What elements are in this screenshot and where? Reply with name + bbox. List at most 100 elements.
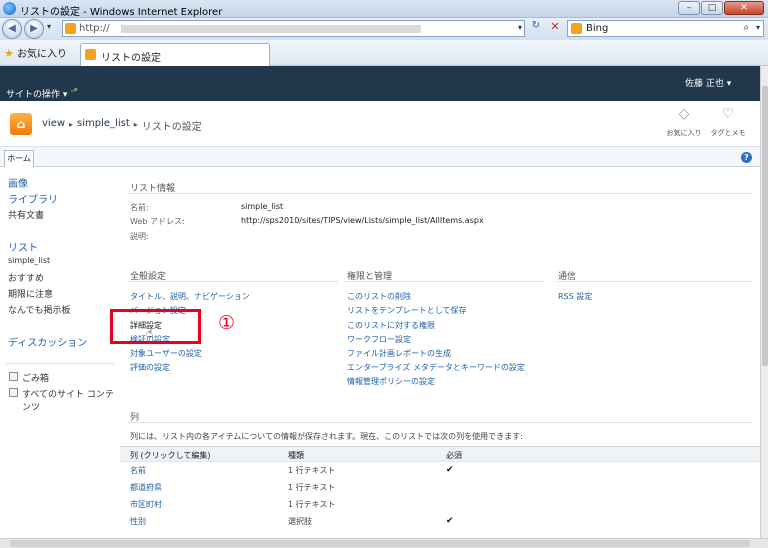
close-button[interactable]: ✕ xyxy=(724,1,764,15)
column-type: 1 行テキスト xyxy=(288,483,336,492)
breadcrumb-simple-list[interactable]: simple_list xyxy=(77,118,130,133)
tag-icon: ◇ xyxy=(678,106,690,122)
note-icon: ♡ xyxy=(721,106,735,122)
minimize-button[interactable]: – xyxy=(678,1,700,15)
nav-due[interactable]: 期限に注意 xyxy=(8,287,53,300)
address-url: http:// xyxy=(79,23,110,34)
stop-icon[interactable]: ✕ xyxy=(546,20,564,37)
sharepoint-top-bar: サイトの操作 ▾ ⬏ 佐藤 正也 ▾ xyxy=(0,66,760,101)
link-metadata-keywords[interactable]: エンタープライズ メタデータとキーワードの設定 xyxy=(347,362,525,373)
section-divider xyxy=(345,281,545,282)
like-button[interactable]: ◇ お気に入り xyxy=(664,106,704,138)
bing-icon xyxy=(571,23,582,34)
nav-board[interactable]: なんでも掲示板 xyxy=(8,303,71,316)
table-row: 都道府県 1 行テキスト xyxy=(120,479,760,496)
search-input[interactable]: Bing ⌕ ▾ xyxy=(567,20,764,37)
table-row: 市区町村 1 行テキスト xyxy=(120,496,760,513)
nav-recycle-bin[interactable]: ごみ箱 xyxy=(22,371,49,384)
site-favicon-icon xyxy=(65,23,76,34)
required-check-icon: ✔ xyxy=(446,516,454,526)
column-name-link[interactable]: 都道府県 xyxy=(130,482,162,493)
all-content-icon xyxy=(9,388,18,397)
ie-logo-icon xyxy=(3,2,16,15)
columns-table-header: 列 (クリックして編集) 種類 必須 xyxy=(120,446,760,462)
user-menu[interactable]: 佐藤 正也 ▾ xyxy=(685,76,731,89)
link-audience-targeting[interactable]: 対象ユーザーの設定 xyxy=(130,348,202,359)
tags-notes-button[interactable]: ♡ タグとメモ xyxy=(708,106,748,138)
recycle-bin-icon xyxy=(9,372,18,381)
breadcrumb-separator-icon: ▸ xyxy=(133,120,138,129)
description-label: 説明: xyxy=(130,232,149,241)
column-header-name: 列 (クリックして編集) xyxy=(130,451,211,460)
address-toolbar: ◀ ▶ ▾ http:// ▾ ↻ ✕ Bing ⌕ ▾ xyxy=(0,18,768,40)
link-workflow-settings[interactable]: ワークフロー設定 xyxy=(347,334,411,345)
vertical-scroll-thumb[interactable] xyxy=(762,86,768,366)
horizontal-scrollbar[interactable] xyxy=(0,538,768,548)
link-save-as-template[interactable]: リストをテンプレートとして保存 xyxy=(347,305,467,316)
navigate-up-icon[interactable]: ⬏ xyxy=(70,86,78,97)
page-title-area: ⌂ view ▸ simple_list ▸ リストの設定 ◇ お気に入り ♡ … xyxy=(0,101,760,147)
nav-shared-docs[interactable]: 共有文書 xyxy=(8,208,44,221)
highlight-box xyxy=(110,309,201,344)
quick-launch: 画像 ライブラリ 共有文書 リスト simple_list おすすめ 期限に注意… xyxy=(0,167,120,538)
column-name-link[interactable]: 名前 xyxy=(130,465,146,476)
web-address-value: http://sps2010/sites/TIPS/view/Lists/sim… xyxy=(241,216,484,225)
browser-tab[interactable]: リストの設定 xyxy=(80,43,270,66)
favorites-button[interactable]: ★ お気に入り xyxy=(4,45,67,60)
page-title: リストの設定 xyxy=(141,122,202,133)
horizontal-scroll-thumb[interactable] xyxy=(10,540,750,547)
back-icon[interactable]: ◀ xyxy=(2,19,22,39)
nav-all-content[interactable]: すべてのサイト コンテンツ xyxy=(22,387,120,413)
history-dropdown-icon[interactable]: ▾ xyxy=(47,22,51,31)
link-title-description-navigation[interactable]: タイトル、説明、ナビゲーション xyxy=(130,291,250,302)
link-rating-settings[interactable]: 評価の設定 xyxy=(130,362,170,373)
link-file-plan-report[interactable]: ファイル計画レポートの生成 xyxy=(347,348,451,359)
column-type: 選択肢 xyxy=(288,517,312,526)
vertical-scrollbar[interactable] xyxy=(760,66,768,538)
section-divider xyxy=(128,193,752,194)
favorites-label: お気に入り xyxy=(17,49,68,60)
section-divider xyxy=(556,281,752,282)
nav-images[interactable]: 画像 xyxy=(8,175,28,190)
nav-libraries[interactable]: ライブラリ xyxy=(8,191,58,206)
nav-lists[interactable]: リスト xyxy=(8,239,38,254)
breadcrumb: view ▸ simple_list ▸ リストの設定 xyxy=(42,118,202,133)
address-input[interactable]: http:// ▾ xyxy=(62,20,525,37)
column-name-link[interactable]: 市区町村 xyxy=(130,499,162,510)
site-logo-icon[interactable]: ⌂ xyxy=(10,113,32,135)
breadcrumb-separator-icon: ▸ xyxy=(69,120,74,129)
forward-icon[interactable]: ▶ xyxy=(24,19,44,39)
section-divider xyxy=(128,422,752,423)
web-address-label: Web アドレス: xyxy=(130,217,185,226)
tab-label: リストの設定 xyxy=(101,53,161,64)
tab-home[interactable]: ホーム xyxy=(4,150,34,167)
help-icon[interactable]: ? xyxy=(741,152,752,163)
nav-simple-list[interactable]: simple_list xyxy=(8,256,50,265)
star-icon: ★ xyxy=(4,47,14,60)
link-rss-settings[interactable]: RSS 設定 xyxy=(558,291,592,302)
search-icon[interactable]: ⌕ xyxy=(743,22,749,33)
hand-cursor-icon: ☝ xyxy=(146,326,154,340)
link-policy-settings[interactable]: 情報管理ポリシーの設定 xyxy=(347,376,435,387)
browser-window: リストの設定 - Windows Internet Explorer – □ ✕… xyxy=(0,0,768,548)
favorites-bar: ★ お気に入り リストの設定 xyxy=(0,40,768,66)
title-bar: リストの設定 - Windows Internet Explorer – □ ✕ xyxy=(0,0,768,18)
nav-recommend[interactable]: おすすめ xyxy=(8,271,44,284)
breadcrumb-view[interactable]: view xyxy=(42,118,65,133)
search-engine-label: Bing xyxy=(586,23,609,34)
site-actions-menu[interactable]: サイトの操作 ▾ xyxy=(6,87,67,100)
nav-discussion[interactable]: ディスカッション xyxy=(8,334,87,349)
address-dropdown-icon[interactable]: ▾ xyxy=(518,23,522,32)
nav-divider xyxy=(6,363,114,364)
column-name-link[interactable]: 性別 xyxy=(130,516,146,527)
ribbon-tabs: ホーム ? xyxy=(0,147,760,167)
refresh-icon[interactable]: ↻ xyxy=(527,20,545,37)
link-list-permissions[interactable]: このリストに対する権限 xyxy=(347,320,435,331)
restore-button[interactable]: □ xyxy=(701,1,723,15)
column-type: 1 行テキスト xyxy=(288,500,336,509)
like-label: お気に入り xyxy=(666,129,702,137)
link-delete-list[interactable]: このリストの削除 xyxy=(347,291,411,302)
section-divider xyxy=(128,281,338,282)
name-label: 名前: xyxy=(130,203,149,212)
search-dropdown-icon[interactable]: ▾ xyxy=(756,23,760,32)
